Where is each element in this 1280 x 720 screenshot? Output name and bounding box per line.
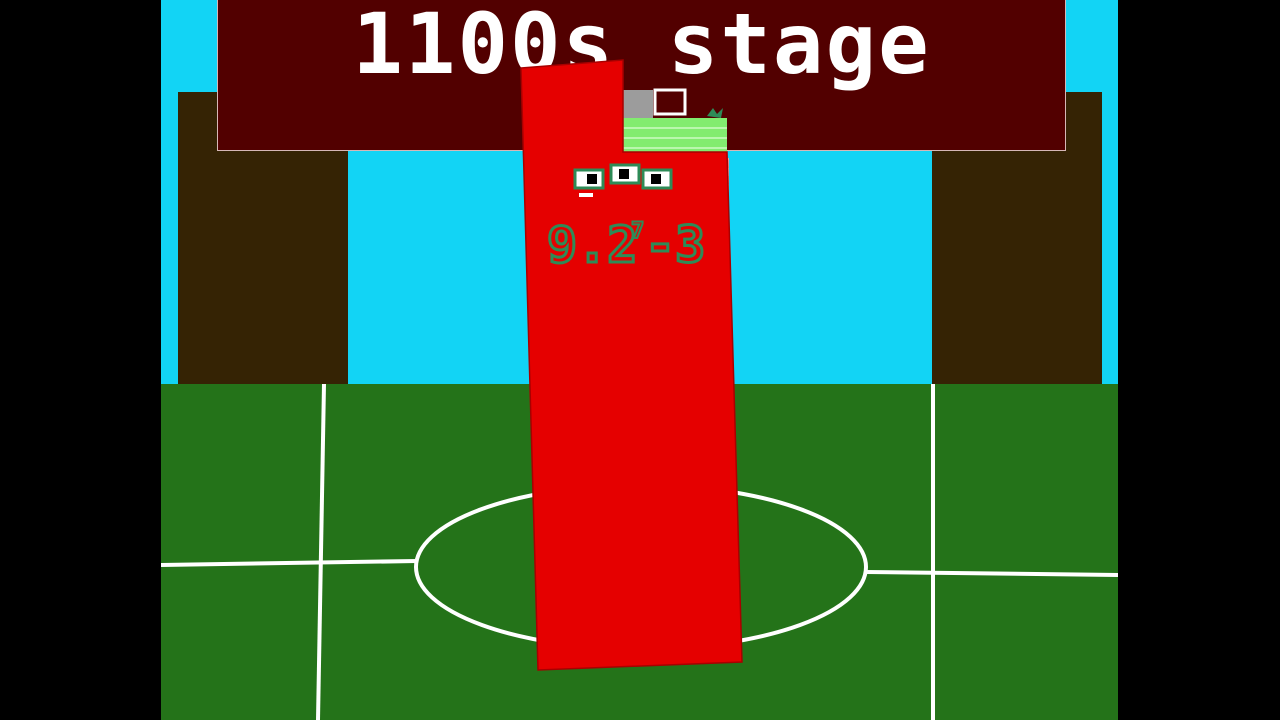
game-stage: 1100s stage 9.2 7 -3	[161, 0, 1118, 720]
red-character-body	[520, 59, 743, 671]
main-red-character: 9.2 7 -3	[520, 59, 743, 671]
characters-layer: 9.2 7 -3	[520, 59, 743, 671]
character-number-main: 9.2	[547, 216, 637, 274]
character-number-exponent: 7	[631, 219, 644, 244]
character-number-tail: -3	[645, 216, 705, 274]
back-character-gray-block	[623, 90, 653, 118]
crown-icon	[707, 108, 723, 118]
small-number-icon	[653, 88, 687, 116]
